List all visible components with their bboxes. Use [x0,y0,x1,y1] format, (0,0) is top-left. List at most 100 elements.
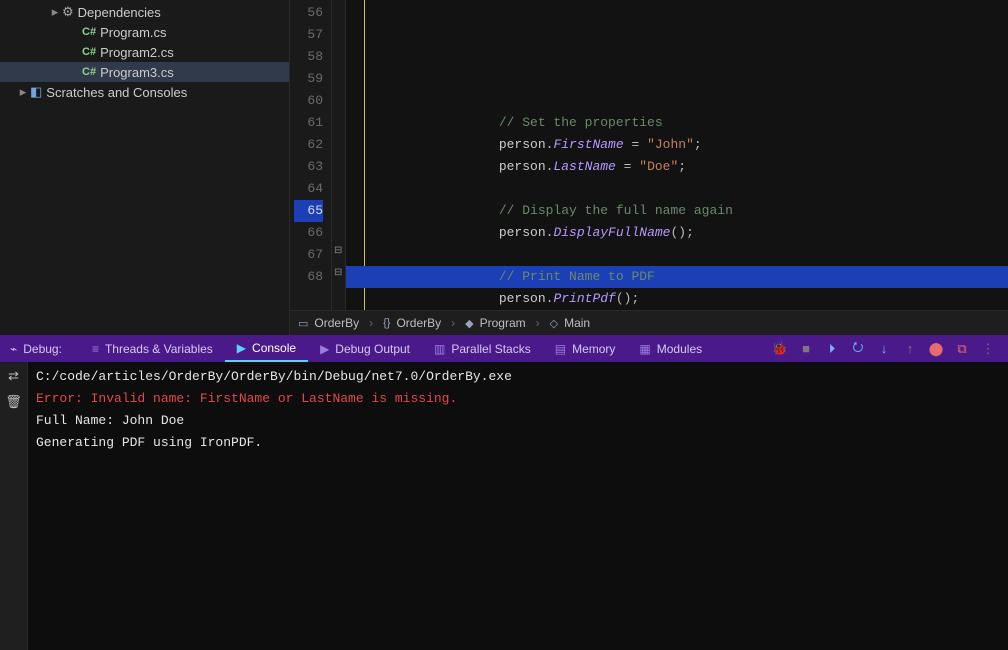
dependencies-icon: ⚙ [62,4,74,20]
line-number[interactable]: 56 [294,2,323,24]
tree-item-program3-cs[interactable]: C# Program3.cs [0,62,289,82]
breadcrumb-icon: ◇ [550,317,558,330]
tab-label: Debug Output [335,342,410,356]
line-number[interactable]: 61 [294,112,323,134]
tree-item-label: Program2.cs [100,45,174,60]
line-number[interactable]: 63 [294,156,323,178]
line-number[interactable]: 68 [294,266,323,288]
code-editor[interactable]: // Set the properties person.FirstName =… [346,0,1008,310]
bug-icon[interactable]: 🐞 [772,341,788,357]
tab-icon: ≡ [92,342,99,356]
debug-tab-memory[interactable]: ▤ Memory [543,335,628,362]
mute-breakpoints-icon[interactable]: ⬤ [928,341,944,357]
chevron-icon[interactable] [48,4,62,20]
chevron-icon[interactable] [16,84,30,100]
code-line[interactable]: person.DisplayFullName(); [346,222,1008,244]
csharp-file-icon: C# [82,46,96,58]
line-number[interactable]: 57 [294,24,323,46]
tab-icon: ▤ [555,342,566,356]
line-number[interactable]: 60 [294,90,323,112]
breadcrumb-icon: ▭ [298,317,308,330]
debug-label: ⌁Debug: [10,342,62,356]
tree-item-label: Program3.cs [100,65,174,80]
console-line: Full Name: John Doe [36,410,1000,432]
code-line[interactable]: // Set the properties [346,112,1008,134]
breadcrumb-label: Program [480,316,526,330]
code-line[interactable]: // Print Name to PDF [346,266,1008,288]
tree-item-dependencies[interactable]: ⚙Dependencies [0,2,289,22]
tab-icon: ▥ [434,342,445,356]
debug-action-icons: 🐞 ■ ⏵ ⭮ ↓ ↑ ⬤ ⧉ ⋮ [772,341,1008,357]
breadcrumb-icon: ◆ [465,317,473,330]
line-number[interactable]: 65 [294,200,323,222]
csharp-file-icon: C# [82,26,96,38]
debug-tab-console[interactable]: ▶ Console [225,335,308,362]
editor-area: 56575859606162636465666768 ⊟ ⊟ // Set th… [289,0,1008,335]
tab-label: Parallel Stacks [451,342,530,356]
step-over-icon[interactable]: ⭮ [850,341,866,357]
line-number[interactable]: 67 [294,244,323,266]
code-line[interactable] [346,68,1008,90]
console-output[interactable]: C:/code/articles/OrderBy/OrderBy/bin/Deb… [28,362,1008,650]
code-line[interactable]: // Display the full name again [346,200,1008,222]
resume-icon[interactable]: ⏵ [824,341,840,357]
scratches-icon: ◧ [30,84,42,100]
breadcrumb-label: Main [564,316,590,330]
console-line: C:/code/articles/OrderBy/OrderBy/bin/Deb… [36,366,1000,388]
tree-item-label: Scratches and Consoles [46,85,187,100]
step-out-icon[interactable]: ↑ [902,341,918,357]
breadcrumb-separator-icon: › [451,316,455,330]
view-breakpoints-icon[interactable]: ⧉ [954,341,970,357]
stop-icon[interactable]: ■ [798,341,814,357]
console-line: Generating PDF using IronPDF. [36,432,1000,454]
more-icon[interactable]: ⋮ [980,341,996,357]
code-line[interactable] [346,90,1008,112]
tab-label: Threads & Variables [105,342,213,356]
tree-item-scratches-and-consoles[interactable]: ◧ Scratches and Consoles [0,82,289,102]
debug-toolbar: ⌁Debug: ≡ Threads & Variables ▶ Console ▶ Debu… [0,335,1008,362]
tree-item-label: Program.cs [100,25,166,40]
debug-tab-threads-variables[interactable]: ≡ Threads & Variables [80,335,225,362]
debug-tab-parallel-stacks[interactable]: ▥ Parallel Stacks [422,335,543,362]
breadcrumb-separator-icon: › [369,316,373,330]
layout-icon[interactable]: ⇄ [8,368,19,384]
trash-icon[interactable]: 🗑 [5,394,22,410]
debug-tab-modules[interactable]: ▦Modules [627,335,714,362]
console-panel: ⇄ 🗑 C:/code/articles/OrderBy/OrderBy/bin/… [0,362,1008,650]
csharp-file-icon: C# [82,66,96,78]
fold-handle-icon[interactable]: ⊟ [334,245,342,256]
breadcrumb-item[interactable]: ▭ OrderBy [298,316,359,330]
tab-label: Memory [572,342,615,356]
step-into-icon[interactable]: ↓ [876,341,892,357]
code-line[interactable] [346,244,1008,266]
debug-icon: ⌁ [10,342,17,356]
tree-item-program2-cs[interactable]: C# Program2.cs [0,42,289,62]
line-number[interactable]: 62 [294,134,323,156]
console-line: Error: Invalid name: FirstName or LastNa… [36,388,1000,410]
tab-label: Modules [657,342,702,356]
code-line[interactable] [346,178,1008,200]
breadcrumb-label: OrderBy [314,316,359,330]
breadcrumb-bar: ▭ OrderBy › {} OrderBy › ◆ Program › ◇ Main [290,310,1008,335]
line-number[interactable]: 66 [294,222,323,244]
line-number[interactable]: 59 [294,68,323,90]
breadcrumb-item[interactable]: ◆ Program [465,316,525,330]
breadcrumb-icon: {} [383,317,390,329]
breadcrumb-item[interactable]: ◇ Main [550,316,590,330]
breadcrumb-label: OrderBy [396,316,441,330]
line-number[interactable]: 64 [294,178,323,200]
tree-item-program-cs[interactable]: C# Program.cs [0,22,289,42]
tab-label: Console [252,341,296,355]
breadcrumb-item[interactable]: {} OrderBy [383,316,441,330]
fold-handle-icon[interactable]: ⊟ [334,267,342,278]
project-tree[interactable]: ⚙DependenciesC#Program.csC#Program2.csC#… [0,0,289,335]
code-line[interactable]: person.LastName = "Doe"; [346,156,1008,178]
tab-icon: ▶ [237,341,246,355]
code-line[interactable]: person.FirstName = "John"; [346,134,1008,156]
code-line[interactable]: person.PrintPdf(); [346,288,1008,310]
debug-tab-debug-output[interactable]: ▶ Debug Output [308,335,422,362]
tab-icon: ▶ [320,342,329,356]
breadcrumb-separator-icon: › [536,316,540,330]
line-number[interactable]: 58 [294,46,323,68]
line-gutter: 56575859606162636465666768 [290,0,332,310]
